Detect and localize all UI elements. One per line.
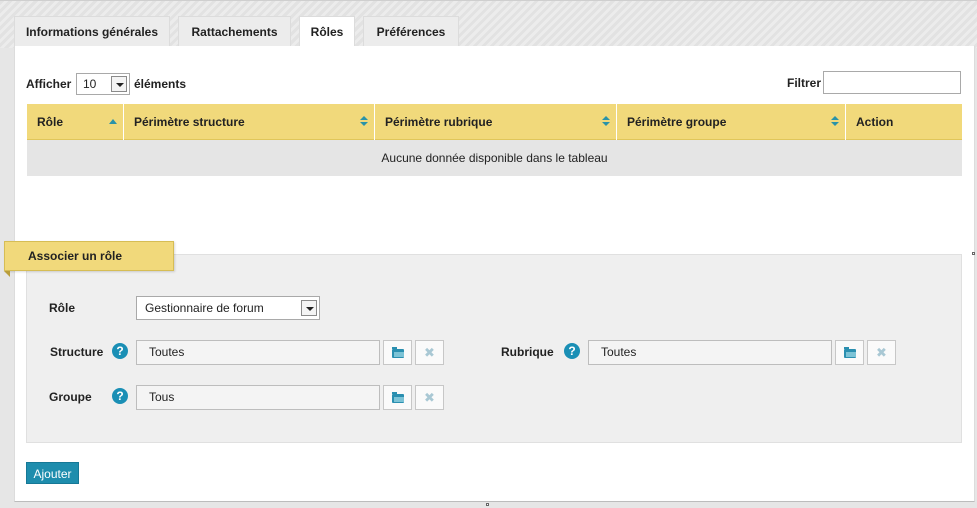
sort-icon	[602, 116, 610, 128]
clear-icon: ✖	[876, 345, 887, 360]
groupe-clear-button[interactable]: ✖	[415, 385, 444, 410]
resize-handle[interactable]	[486, 503, 489, 506]
page-size-select[interactable]: 10	[76, 73, 130, 95]
column-header-perimetre-structure[interactable]: Périmètre structure	[124, 104, 375, 140]
table-header: Rôle Périmètre structure Périmètre rubri…	[27, 104, 962, 140]
tab-informations-generales[interactable]: Informations générales	[14, 16, 170, 46]
chevron-down-icon	[111, 76, 127, 92]
groupe-browse-button[interactable]	[383, 385, 412, 410]
associate-role-title: Associer un rôle	[4, 241, 174, 271]
title-ribbon-fold	[4, 271, 10, 277]
structure-clear-button[interactable]: ✖	[415, 340, 444, 365]
column-label-perimetre-structure: Périmètre structure	[134, 115, 245, 129]
role-select[interactable]: Gestionnaire de forum	[136, 296, 320, 320]
column-header-perimetre-rubrique[interactable]: Périmètre rubrique	[375, 104, 617, 140]
rubrique-help-icon[interactable]: ?	[564, 343, 580, 359]
groupe-field[interactable]: Tous	[136, 385, 380, 410]
structure-label: Structure	[50, 345, 104, 359]
column-header-role[interactable]: Rôle	[27, 104, 124, 140]
column-header-perimetre-groupe[interactable]: Périmètre groupe	[617, 104, 846, 140]
rubrique-field[interactable]: Toutes	[588, 340, 832, 365]
folder-open-icon	[392, 347, 404, 358]
elements-label: éléments	[134, 77, 187, 91]
rubrique-clear-button[interactable]: ✖	[867, 340, 896, 365]
column-label-perimetre-groupe: Périmètre groupe	[627, 115, 727, 129]
sort-ascending-icon	[109, 119, 117, 124]
clear-icon: ✖	[424, 345, 435, 360]
structure-field[interactable]: Toutes	[136, 340, 380, 365]
resize-handle[interactable]	[972, 252, 975, 255]
groupe-label: Groupe	[49, 390, 92, 404]
sort-icon	[360, 116, 368, 128]
filter-input[interactable]	[823, 71, 961, 94]
groupe-help-icon[interactable]: ?	[112, 388, 128, 404]
rubrique-browse-button[interactable]	[835, 340, 864, 365]
add-button[interactable]: Ajouter	[26, 462, 79, 484]
structure-help-icon[interactable]: ?	[112, 343, 128, 359]
page-size-value: 10	[83, 77, 97, 91]
clear-icon: ✖	[424, 390, 435, 405]
column-header-action: Action	[846, 104, 962, 140]
column-label-perimetre-rubrique: Périmètre rubrique	[385, 115, 493, 129]
role-label: Rôle	[49, 301, 76, 315]
folder-open-icon	[392, 392, 404, 403]
table-empty-row: Aucune donnée disponible dans le tableau	[27, 140, 962, 176]
show-label: Afficher	[26, 77, 72, 91]
tab-roles[interactable]: Rôles	[299, 16, 355, 47]
filter-label: Filtrer	[787, 76, 822, 90]
column-label-role: Rôle	[37, 115, 64, 129]
role-select-value: Gestionnaire de forum	[145, 301, 264, 315]
rubrique-label: Rubrique	[501, 345, 554, 359]
sort-icon	[831, 116, 839, 128]
tab-rattachements[interactable]: Rattachements	[178, 16, 291, 46]
structure-browse-button[interactable]	[383, 340, 412, 365]
tab-preferences[interactable]: Préférences	[363, 16, 459, 46]
chevron-down-icon	[301, 300, 317, 316]
column-label-action: Action	[856, 115, 894, 129]
folder-open-icon	[844, 347, 856, 358]
